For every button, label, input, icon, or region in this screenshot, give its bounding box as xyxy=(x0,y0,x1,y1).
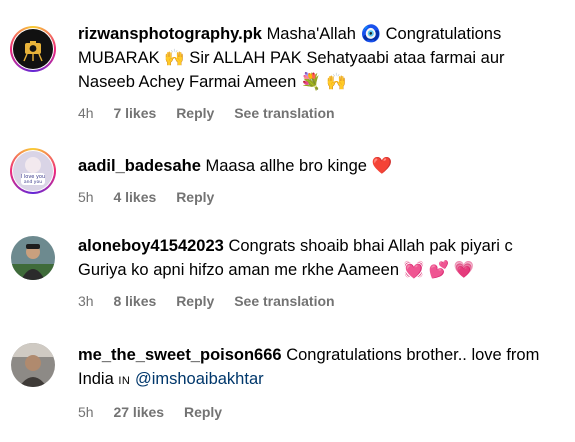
camera-logo-icon xyxy=(13,29,53,69)
comment-time[interactable]: 5h xyxy=(78,189,94,205)
person-photo-icon xyxy=(11,236,55,280)
comment-text: aadil_badesahe Maasa allhe bro kinge ❤️ xyxy=(78,154,561,178)
likes-count[interactable]: 7 likes xyxy=(113,105,156,121)
camera-logo-avatar[interactable] xyxy=(13,29,53,69)
reply-button[interactable]: Reply xyxy=(176,189,214,205)
see-translation-button[interactable]: See translation xyxy=(234,105,334,121)
person-photo-avatar[interactable] xyxy=(11,343,55,387)
comment-meta: 3h 8 likes Reply See translation xyxy=(78,292,561,310)
comment-text: aloneboy41542023 Congrats shoaib bhai Al… xyxy=(78,234,561,282)
comment-text: rizwansphotography.pk Masha'Allah 🧿 Cong… xyxy=(78,22,561,94)
comment-item: I love you and you aadil_badesahe Maasa … xyxy=(0,148,575,206)
comment-meta: 5h 27 likes Reply xyxy=(78,403,561,421)
comment-time[interactable]: 4h xyxy=(78,105,94,121)
comment-username[interactable]: rizwansphotography.pk xyxy=(78,25,262,43)
story-ring[interactable] xyxy=(10,26,56,72)
reply-button[interactable]: Reply xyxy=(184,404,222,420)
comment-username[interactable]: aloneboy41542023 xyxy=(78,237,224,255)
reply-button[interactable]: Reply xyxy=(176,105,214,121)
likes-count[interactable]: 8 likes xyxy=(113,293,156,309)
comment-username[interactable]: me_the_sweet_poison666 xyxy=(78,346,282,364)
svg-text:and you: and you xyxy=(24,179,42,185)
person-photo-avatar[interactable] xyxy=(11,236,55,280)
country-tag: IN xyxy=(118,375,131,387)
comment-meta: 5h 4 likes Reply xyxy=(78,188,561,206)
comments-list: rizwansphotography.pk Masha'Allah 🧿 Cong… xyxy=(0,0,575,442)
comment-body: Maasa allhe bro kinge ❤️ xyxy=(205,157,393,175)
story-ring[interactable]: I love you and you xyxy=(10,148,56,194)
person-photo-icon xyxy=(11,343,55,387)
comment-time[interactable]: 3h xyxy=(78,293,94,309)
see-translation-button[interactable]: See translation xyxy=(234,293,334,309)
photo-avatar-icon: I love you and you xyxy=(13,151,53,191)
comment-text: me_the_sweet_poison666 Congratulations b… xyxy=(78,343,561,393)
likes-count[interactable]: 4 likes xyxy=(113,189,156,205)
mention-link[interactable]: @imshoaibakhtar xyxy=(135,370,264,388)
comment-time[interactable]: 5h xyxy=(78,404,94,420)
comment-meta: 4h 7 likes Reply See translation xyxy=(78,104,561,122)
comment-item: me_the_sweet_poison666 Congratulations b… xyxy=(0,343,575,423)
comment-item: aloneboy41542023 Congrats shoaib bhai Al… xyxy=(0,234,575,314)
comment-username[interactable]: aadil_badesahe xyxy=(78,157,201,175)
reply-button[interactable]: Reply xyxy=(176,293,214,309)
comment-item: rizwansphotography.pk Masha'Allah 🧿 Cong… xyxy=(0,22,575,122)
i-love-you-photo-avatar[interactable]: I love you and you xyxy=(13,151,53,191)
likes-count[interactable]: 27 likes xyxy=(113,404,164,420)
